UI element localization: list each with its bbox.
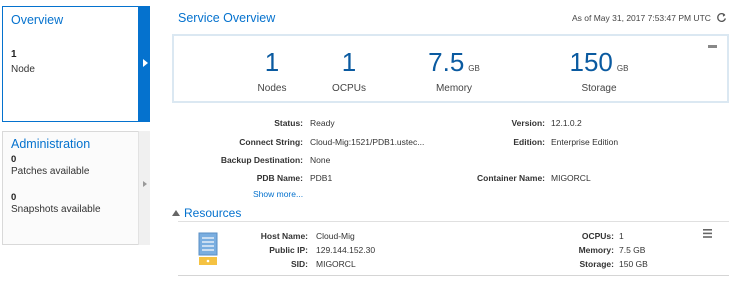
- res-ocpus-label: OCPUs:: [581, 231, 614, 241]
- res-memory-label: Memory:: [578, 245, 614, 255]
- metric-ocpus-label: OCPUs: [332, 83, 366, 94]
- overview-node-count: 1: [11, 49, 17, 60]
- container-name-value: MIGORCL: [551, 173, 591, 183]
- overview-card[interactable]: Overview 1 Node: [2, 6, 150, 122]
- version-value: 12.1.0.2: [551, 118, 582, 128]
- public-ip-value: 129.144.152.30: [316, 245, 376, 255]
- metric-storage: 150 GB Storage: [554, 48, 644, 94]
- administration-expand-tab[interactable]: [138, 131, 150, 245]
- metric-storage-value: 150: [569, 47, 613, 77]
- snapshots-label: Snapshots available: [11, 204, 101, 215]
- res-ocpus-value: 1: [619, 231, 624, 241]
- administration-card[interactable]: Administration 0 Patches available 0 Sna…: [2, 131, 150, 245]
- pdb-name-value: PDB1: [310, 173, 333, 183]
- hamburger-menu-icon[interactable]: [703, 229, 712, 238]
- snapshots-count: 0: [11, 192, 17, 203]
- sid-label: SID:: [291, 259, 308, 269]
- host-name-label: Host Name:: [260, 231, 308, 241]
- resources-bottom-divider: [178, 275, 729, 276]
- edition-label: Edition:: [513, 137, 545, 147]
- chevron-right-icon: [143, 59, 148, 67]
- triangle-down-icon: [172, 210, 180, 216]
- public-ip-label: Public IP:: [269, 245, 308, 255]
- edition-value: Enterprise Edition: [551, 137, 619, 147]
- backup-destination-value: None: [310, 155, 331, 165]
- patches-label: Patches available: [11, 166, 90, 177]
- administration-title: Administration: [11, 137, 91, 151]
- chevron-right-icon: [143, 181, 147, 187]
- metric-ocpus: 1 OCPUs: [324, 48, 374, 94]
- server-icon: [198, 232, 218, 265]
- refresh-icon[interactable]: [716, 12, 727, 23]
- sid-value: MIGORCL: [316, 259, 356, 269]
- resources-title: Resources: [184, 206, 242, 220]
- overview-node-label: Node: [11, 64, 35, 75]
- metrics-panel: 1 Nodes 1 OCPUs 7.5 GB Memory 150 GB Stora…: [172, 34, 729, 103]
- pdb-name-label: PDB Name:: [256, 173, 303, 183]
- metric-ocpus-value: 1: [341, 47, 357, 77]
- metric-memory-unit: GB: [468, 64, 480, 73]
- metric-memory-label: Memory: [435, 83, 473, 94]
- metric-nodes-value: 1: [264, 47, 280, 77]
- service-overview-title: Service Overview: [178, 11, 276, 25]
- collapse-icon[interactable]: [708, 45, 717, 48]
- res-storage-label: Storage:: [579, 259, 614, 269]
- patches-count: 0: [11, 154, 17, 165]
- connect-string-value: Cloud-Mig:1521/PDB1.ustec...: [310, 137, 425, 147]
- res-storage-value: 150 GB: [619, 259, 648, 269]
- show-more-link[interactable]: Show more...: [253, 189, 303, 199]
- backup-destination-label: Backup Destination:: [220, 155, 303, 165]
- overview-title: Overview: [11, 13, 64, 27]
- metric-memory-value: 7.5: [428, 47, 465, 77]
- metric-storage-label: Storage: [581, 83, 617, 94]
- host-name-value: Cloud-Mig: [316, 231, 355, 241]
- container-name-label: Container Name:: [476, 173, 545, 183]
- metric-nodes: 1 Nodes: [252, 48, 292, 94]
- status-label: Status:: [274, 118, 303, 128]
- resources-divider: [178, 221, 729, 222]
- version-label: Version:: [511, 118, 545, 128]
- metric-memory: 7.5 GB Memory: [414, 48, 494, 94]
- as-of-timestamp: As of May 31, 2017 7:53:47 PM UTC: [572, 13, 711, 23]
- metric-nodes-label: Nodes: [257, 83, 287, 94]
- res-memory-value: 7.5 GB: [619, 245, 646, 255]
- metric-storage-unit: GB: [616, 64, 629, 73]
- overview-expand-tab[interactable]: [138, 6, 150, 122]
- connect-string-label: Connect String:: [239, 137, 303, 147]
- status-value: Ready: [310, 118, 335, 128]
